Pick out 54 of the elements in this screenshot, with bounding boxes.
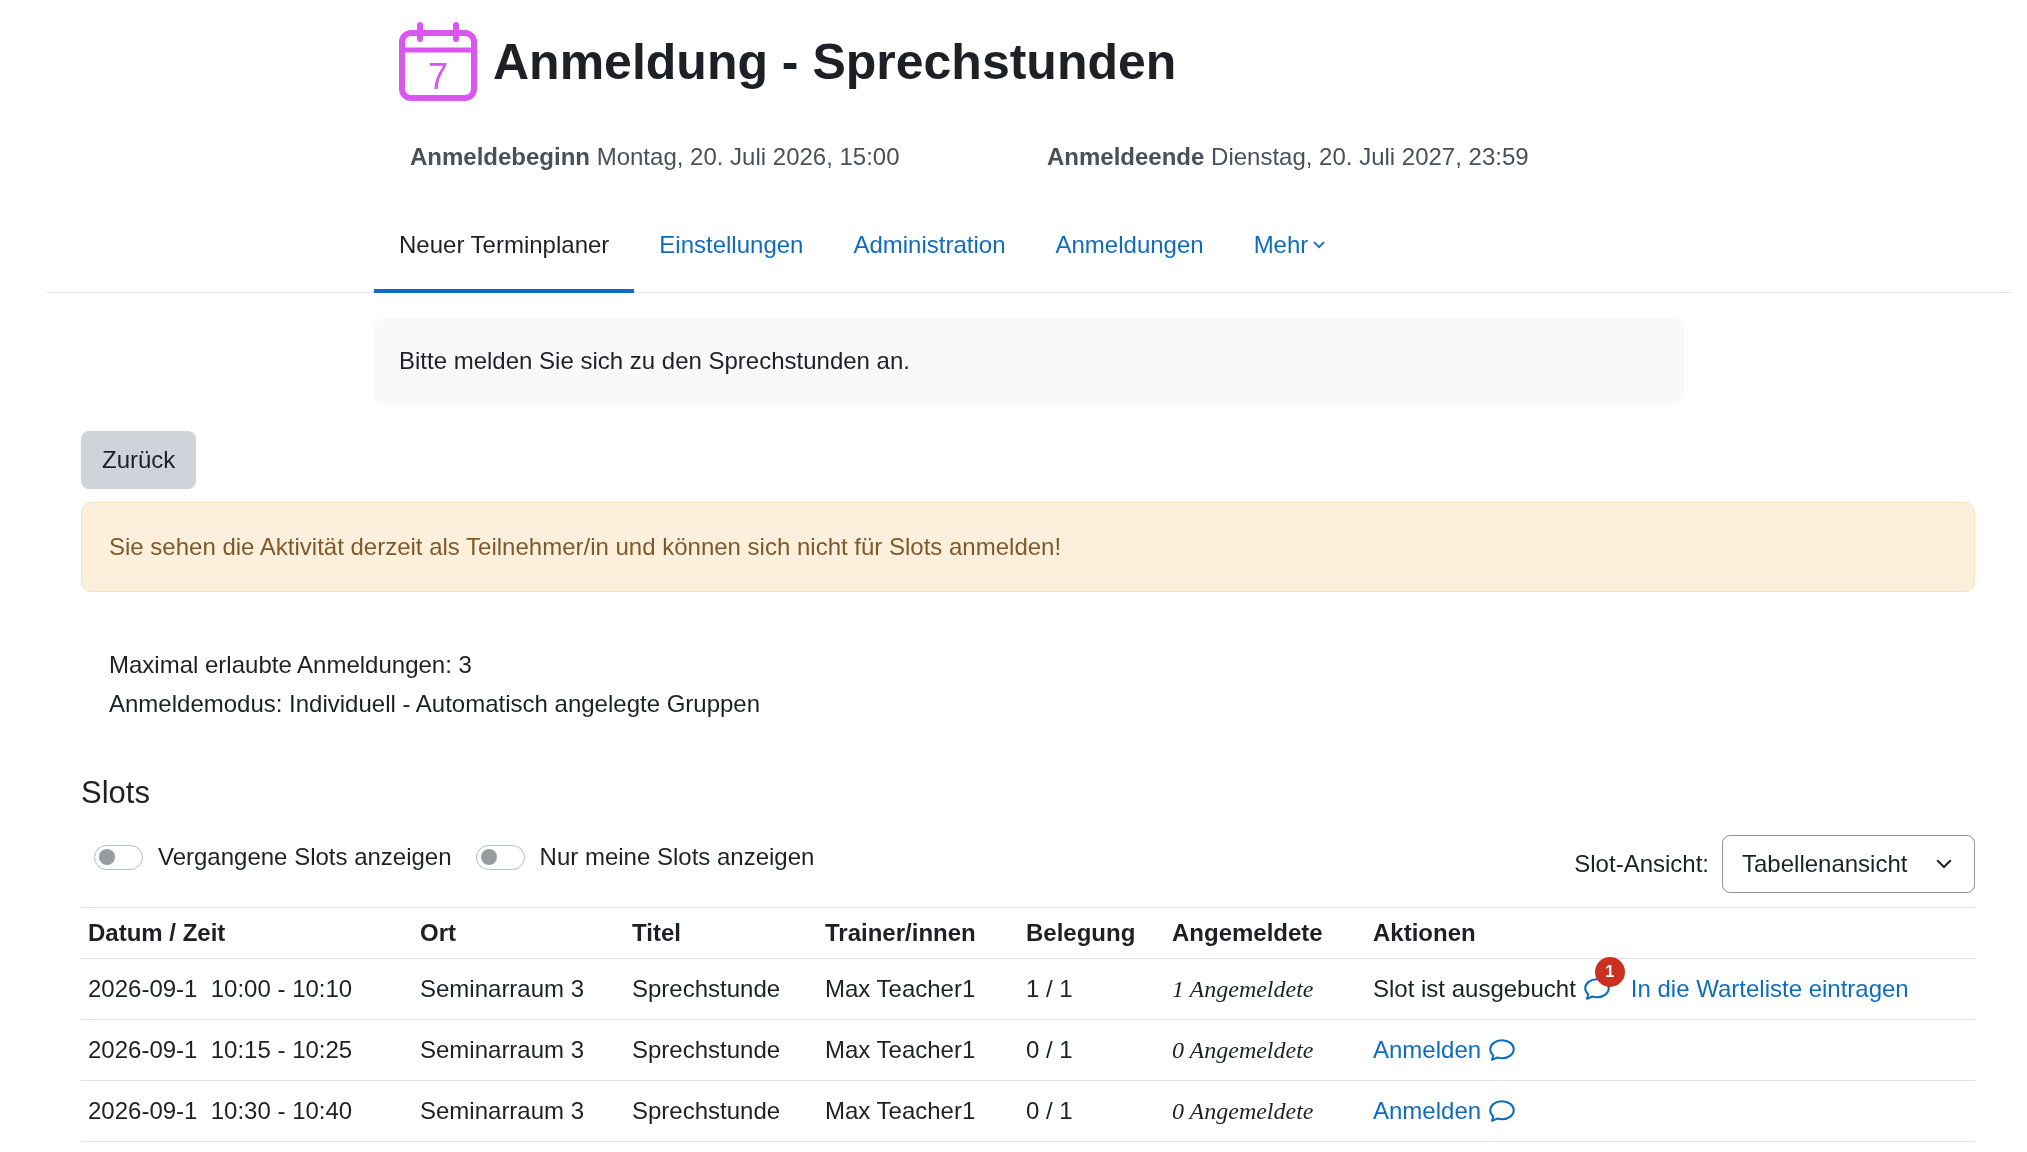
table-cell: Max Teacher1 [818,1080,1019,1142]
table-cell: Sprechstunde [625,1019,818,1081]
intro-panel: Bitte melden Sie sich zu den Sprechstunden an. [374,318,1684,404]
table-cell: 2026-09-1 10:00 - 10:10 [81,958,413,1020]
action-link[interactable]: In die Warteliste eintragen [1630,971,1909,1007]
column-header: Belegung [1019,907,1165,959]
action-link[interactable]: Anmelden [1373,1093,1482,1129]
nav-tab[interactable]: Administration [828,215,1031,293]
column-header: Datum / Zeit [81,907,413,959]
registration-date-text: Anmeldeende Dienstag, 20. Juli 2027, 23:59 [1047,143,1529,170]
chevron-down-icon [1936,859,1952,869]
section-heading: Slots [81,774,151,811]
nav-tab[interactable]: Mehr [1228,215,1351,293]
table-cell: Seminarraum 3 [413,1019,625,1081]
action-link[interactable]: Anmelden [1373,1032,1482,1068]
toggle-label: Vergangene Slots anzeigen [158,842,452,872]
table-cell: Max Teacher1 [818,1019,1019,1081]
caret-icon [1313,241,1326,249]
table-cell: 0 / 1 [1019,1080,1165,1142]
table-cell: 0 Angemeldete [1165,1019,1366,1081]
notification-badge: 1 [1594,957,1625,987]
toggle-switch[interactable] [475,844,525,870]
table-cell: Max Teacher1 [818,958,1019,1020]
table-cell: 0 Angemeldete [1165,1080,1366,1142]
warning-alert: Sie sehen die Aktivität derzeit als Teilnehmer/in und können sich nicht für Slots anmelden! [81,502,1975,592]
toggle-switch[interactable] [94,844,143,870]
table-cell: Sprechstunde [625,958,818,1020]
table-cell: Sprechstunde [625,1080,818,1142]
nav-tab[interactable]: Neuer Terminplaner [374,215,635,293]
column-header: Ort [413,907,625,959]
speech-bubble-icon[interactable] [1489,1100,1516,1122]
view-label: Slot-Ansicht: [1574,849,1709,879]
table-cell: 1 / 1 [1019,958,1165,1020]
info-text: Maximal erlaubte Anmeldungen: 3 [109,650,473,680]
column-header: Angemeldete [1165,907,1366,959]
info-text: Anmeldemodus: Individuell - Automatisch angelegte Gruppen [109,689,762,719]
view-select[interactable]: Tabellenansicht [1722,835,1975,893]
table-cell: Seminarraum 3 [413,958,625,1020]
table-cell: 2026-09-1 10:15 - 10:25 [81,1019,413,1081]
table-cell: 2026-09-1 10:30 - 10:40 [81,1080,413,1142]
registration-date-text: Anmeldebeginn Montag, 20. Juli 2026, 15:00 [410,143,900,170]
column-header: Titel [625,907,818,959]
speech-bubble-icon[interactable] [1489,1039,1516,1061]
back-button[interactable]: Zurück [81,431,197,489]
nav-tab[interactable]: Einstellungen [634,215,829,293]
table-cell: Seminarraum 3 [413,1080,625,1142]
toggle-label: Nur meine Slots anzeigen [539,842,815,872]
table-cell: 0 / 1 [1019,1019,1165,1081]
column-header: Aktionen [1366,907,1975,959]
column-header: Trainer/innen [818,907,1019,959]
table-cell: 1 Angemeldete [1165,958,1366,1020]
nav-tab[interactable]: Anmeldungen [1030,215,1229,293]
status-text: Slot ist ausgebucht [1373,974,1576,1004]
page-title: Anmeldung - Sprechstunden [493,33,1177,92]
